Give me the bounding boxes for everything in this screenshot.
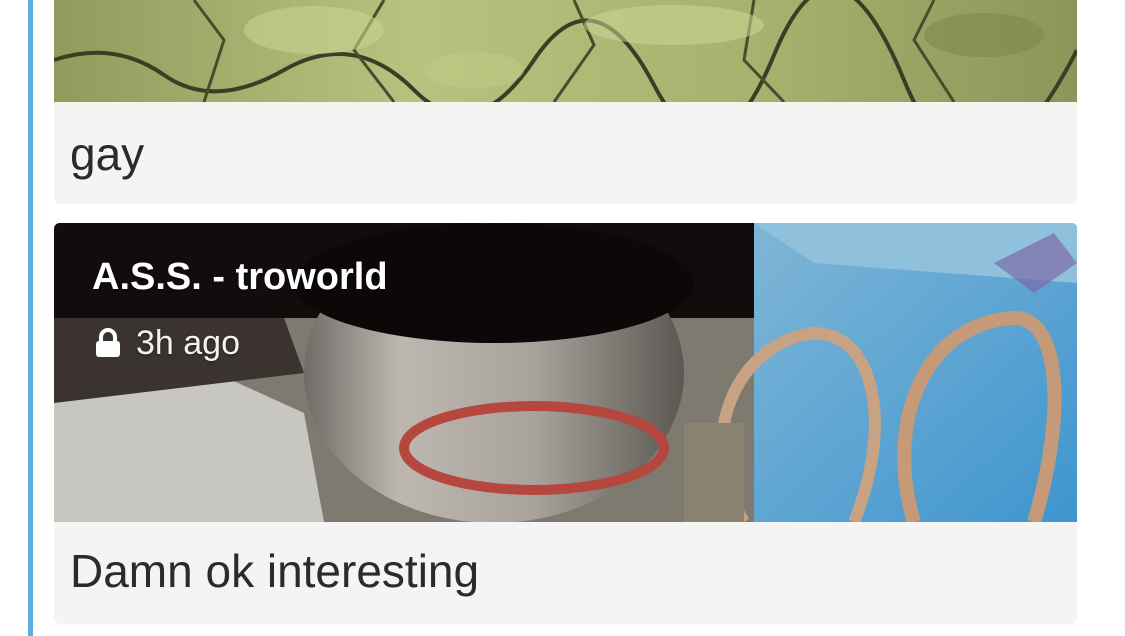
post-meta: 3h ago bbox=[94, 323, 240, 363]
post-card[interactable]: gay bbox=[54, 0, 1077, 204]
post-timestamp: 3h ago bbox=[136, 324, 240, 362]
post-photo-image bbox=[54, 0, 1077, 102]
post-caption: gay bbox=[70, 128, 145, 180]
post-photo[interactable] bbox=[54, 0, 1077, 102]
feed-screen: gay A.S.S. - troworld 3h ago Damn ok int… bbox=[0, 0, 1125, 636]
post-author[interactable]: A.S.S. - troworld bbox=[92, 255, 388, 299]
post-card[interactable]: A.S.S. - troworld 3h ago Damn ok interes… bbox=[54, 223, 1077, 624]
post-photo[interactable]: A.S.S. - troworld 3h ago bbox=[54, 223, 1077, 522]
thread-indicator-bar bbox=[28, 0, 33, 636]
post-caption: Damn ok interesting bbox=[70, 545, 480, 597]
lock-icon bbox=[94, 327, 122, 359]
